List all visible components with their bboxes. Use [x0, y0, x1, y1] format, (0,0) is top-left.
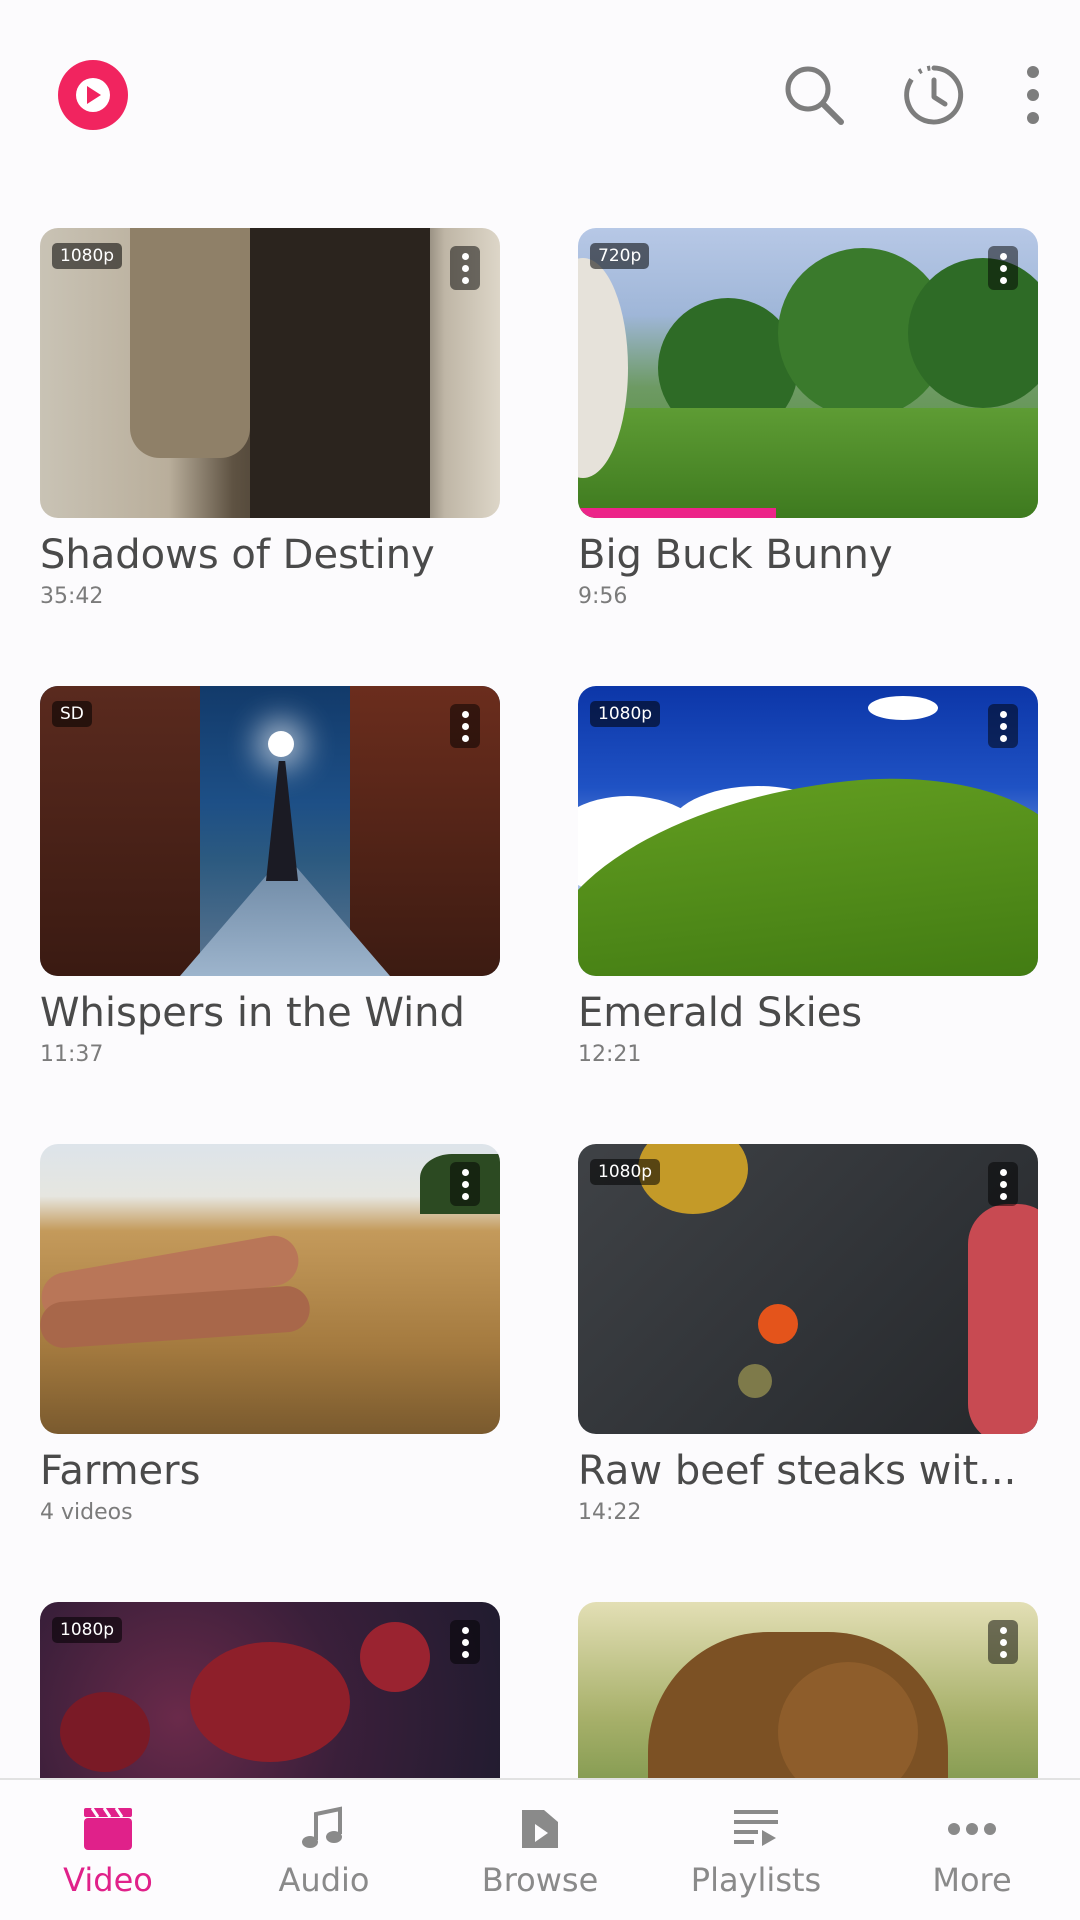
video-duration: 12:21 — [578, 1042, 642, 1067]
music-note-icon — [298, 1806, 350, 1852]
video-card[interactable]: SD Whispers in the Wind 11:37 — [40, 686, 500, 1070]
card-more-icon[interactable] — [988, 246, 1018, 290]
video-duration: 11:37 — [40, 1042, 104, 1067]
thumbnail-image — [578, 686, 1038, 976]
resolution-badge: 1080p — [590, 1159, 661, 1185]
video-thumbnail[interactable]: 1080p — [578, 686, 1038, 976]
nav-playlists[interactable]: Playlists — [648, 1780, 864, 1920]
nav-browse-label: Browse — [481, 1861, 599, 1899]
video-duration: 14:22 — [578, 1500, 642, 1525]
folder-card[interactable]: Farmers 4 videos — [40, 1144, 500, 1528]
nav-more-label: More — [932, 1861, 1012, 1899]
thumbnail-image — [578, 1144, 1038, 1434]
thumbnail-image — [40, 686, 500, 976]
video-thumbnail[interactable]: 1080p — [578, 1144, 1038, 1434]
resolution-badge: 1080p — [52, 1617, 123, 1643]
resolution-badge: 720p — [590, 243, 650, 269]
folder-count: 4 videos — [40, 1500, 133, 1525]
nav-more[interactable]: More — [864, 1780, 1080, 1920]
nav-video[interactable]: Video — [0, 1780, 216, 1920]
nav-playlists-label: Playlists — [690, 1861, 822, 1899]
clapperboard-icon — [82, 1806, 134, 1852]
more-horizontal-icon — [946, 1806, 998, 1852]
nav-video-label: Video — [63, 1861, 153, 1899]
watch-progress-bar — [578, 508, 776, 518]
video-duration: 35:42 — [40, 584, 104, 609]
card-more-icon[interactable] — [988, 1162, 1018, 1206]
folder-icon — [514, 1806, 566, 1852]
play-circle-icon[interactable] — [58, 60, 128, 130]
video-card[interactable]: 720p Big Buck Bunny 9:56 — [578, 228, 1038, 612]
video-title: Emerald Skies — [578, 990, 863, 1036]
resolution-badge: 1080p — [590, 701, 661, 727]
card-more-icon[interactable] — [988, 1620, 1018, 1664]
resolution-badge: SD — [52, 701, 92, 727]
top-bar — [0, 0, 1080, 190]
video-card[interactable]: 1080p Emerald Skies 12:21 — [578, 686, 1038, 1070]
nav-browse[interactable]: Browse — [432, 1780, 648, 1920]
video-title: Raw beef steaks wit... — [578, 1448, 1017, 1494]
history-icon[interactable] — [901, 62, 967, 128]
video-thumbnail[interactable]: 720p — [578, 228, 1038, 518]
nav-audio-label: Audio — [278, 1861, 370, 1899]
card-more-icon[interactable] — [450, 704, 480, 748]
card-more-icon[interactable] — [450, 1620, 480, 1664]
folder-thumbnail[interactable] — [40, 1144, 500, 1434]
card-more-icon[interactable] — [450, 1162, 480, 1206]
thumbnail-image — [40, 228, 500, 518]
card-more-icon[interactable] — [450, 246, 480, 290]
video-duration: 9:56 — [578, 584, 628, 609]
resolution-badge: 1080p — [52, 243, 123, 269]
search-icon[interactable] — [781, 62, 847, 128]
video-title: Whispers in the Wind — [40, 990, 465, 1036]
video-thumbnail[interactable]: SD — [40, 686, 500, 976]
video-title: Shadows of Destiny — [40, 532, 435, 578]
video-card[interactable]: 1080p Shadows of Destiny 35:42 — [40, 228, 500, 612]
video-thumbnail[interactable]: 1080p — [40, 228, 500, 518]
more-vertical-icon[interactable] — [1000, 62, 1066, 128]
card-more-icon[interactable] — [988, 704, 1018, 748]
video-card[interactable]: 1080p Raw beef steaks wit... 14:22 — [578, 1144, 1038, 1528]
bottom-navigation: Video Audio Browse Playlists More — [0, 1778, 1080, 1920]
playlist-icon — [730, 1806, 782, 1852]
thumbnail-image — [578, 228, 1038, 518]
folder-title: Farmers — [40, 1448, 201, 1494]
video-title: Big Buck Bunny — [578, 532, 893, 578]
nav-audio[interactable]: Audio — [216, 1780, 432, 1920]
app-root: 1080p Shadows of Destiny 35:42 720p Big … — [0, 0, 1080, 1920]
thumbnail-image — [40, 1144, 500, 1434]
